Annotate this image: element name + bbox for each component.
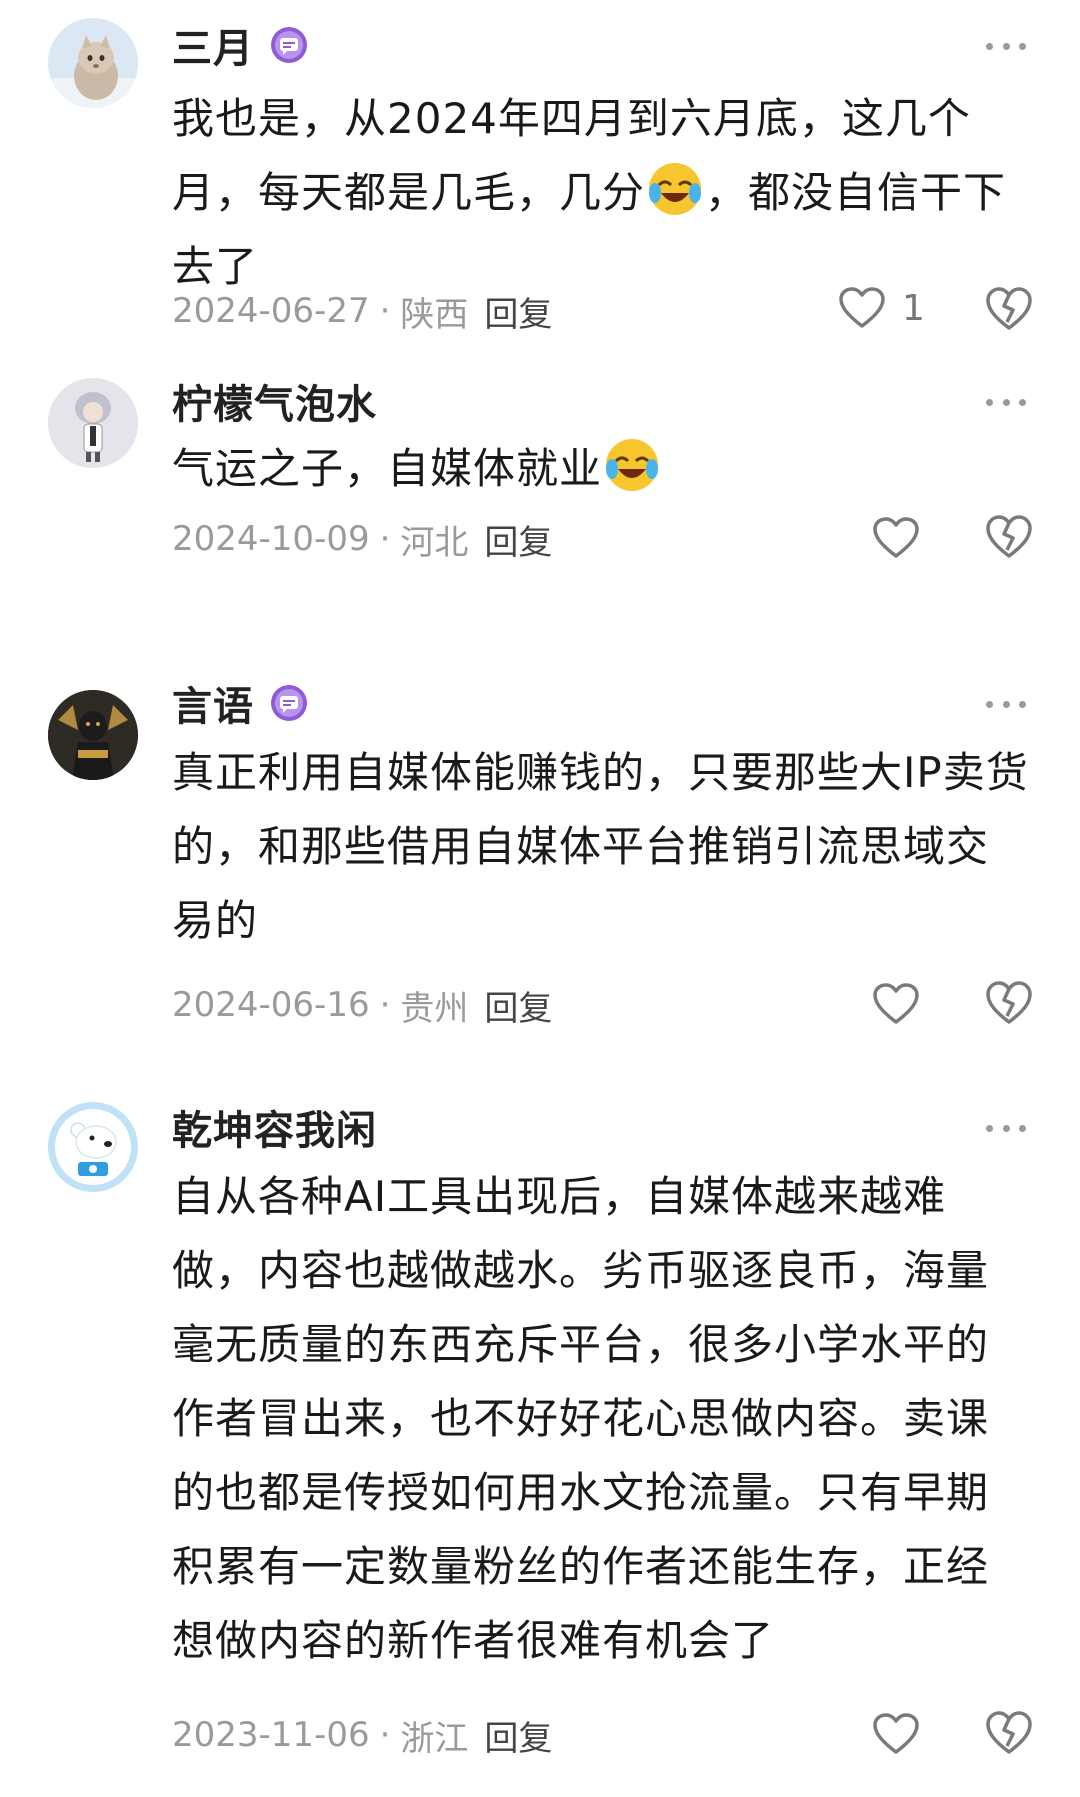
meta-separator: ·: [379, 985, 391, 1025]
avatar[interactable]: [48, 1102, 138, 1192]
heart-icon: [873, 983, 919, 1024]
broken-heart-icon[interactable]: [984, 284, 1034, 334]
comment-location: 浙江: [400, 1718, 469, 1759]
comment-item: 言语 真正利用自媒体能赚钱的，只要那些大IP卖货的，和那些借用自媒体平台推销引流…: [0, 680, 1080, 1080]
more-dot-icon: [1019, 1124, 1026, 1132]
comment-meta: 2024-06-27 · 陕西 回复: [172, 286, 552, 336]
comment-date: 2024-06-27: [172, 291, 370, 331]
more-options-button[interactable]: [986, 1118, 1026, 1138]
heart-icon: [873, 1713, 919, 1754]
comment-text-part: 真正利用自媒体能赚钱的，只要那些大IP卖货的，和那些借用自媒体平台推销引流思域交…: [172, 748, 1029, 945]
username-row: 言语: [172, 678, 308, 730]
username-row: 三月: [172, 20, 308, 72]
username[interactable]: 柠檬气泡水: [172, 372, 377, 430]
comment-text: 真正利用自媒体能赚钱的，只要那些大IP卖货的，和那些借用自媒体平台推销引流思域交…: [172, 736, 1030, 958]
comment-meta: 2024-06-16 · 贵州 回复: [172, 980, 552, 1030]
heart-icon: [873, 517, 919, 558]
comment-meta: 2024-10-09 · 河北 回复: [172, 514, 552, 564]
more-dot-icon: [986, 398, 993, 406]
comment-date: 2024-06-16: [172, 985, 370, 1025]
username-row: 乾坤容我闲: [172, 1102, 377, 1154]
avatar[interactable]: [48, 18, 138, 108]
broken-heart-icon[interactable]: [984, 1708, 1034, 1758]
kitten-avatar-icon: [48, 18, 138, 108]
crying-laughing-emoji-icon: [606, 439, 659, 491]
comment-text: 自从各种AI工具出现后，自媒体越来越难做，内容也越做越水。劣币驱逐良币，海量毫无…: [172, 1160, 1030, 1678]
heart-icon: [839, 287, 885, 328]
username-row: 柠檬气泡水: [172, 376, 377, 428]
username[interactable]: 三月: [172, 16, 254, 74]
more-dot-icon: [1002, 700, 1010, 708]
reply-button[interactable]: 回复: [484, 1711, 552, 1760]
more-options-button[interactable]: [986, 392, 1026, 412]
username[interactable]: 乾坤容我闲: [172, 1098, 377, 1156]
like-count: 1: [902, 287, 925, 329]
comment-location: 河北: [400, 522, 469, 563]
more-dot-icon: [1002, 1124, 1010, 1132]
like-button[interactable]: [872, 982, 920, 1026]
comment-text: 气运之子，自媒体就业: [172, 432, 1030, 506]
crying-laughing-emoji-icon: [649, 163, 702, 215]
vip-badge-icon: [271, 685, 307, 721]
avatar[interactable]: [48, 378, 138, 468]
polar-bear-avatar-icon: [48, 1102, 138, 1192]
like-button[interactable]: 1: [838, 286, 925, 330]
more-dot-icon: [1019, 700, 1026, 708]
username[interactable]: 言语: [172, 674, 254, 732]
comment-item: 三月 我也是，从2024年四月到六月底，这几个月，每天都是几毛，几分 ，都没自信…: [0, 0, 1080, 370]
meta-separator: ·: [379, 1715, 391, 1755]
more-options-button[interactable]: [986, 694, 1026, 714]
comment-text: 我也是，从2024年四月到六月底，这几个月，每天都是几毛，几分 ，都没自信干下去…: [172, 82, 1030, 304]
like-button[interactable]: [872, 516, 920, 560]
like-button[interactable]: [872, 1712, 920, 1756]
dark-figure-avatar-icon: [48, 690, 138, 780]
more-dot-icon: [1019, 398, 1026, 406]
comment-location: 陕西: [400, 294, 469, 335]
more-dot-icon: [986, 1124, 993, 1132]
comment-text-part: 气运之子，自媒体就业: [172, 444, 603, 493]
comment-text-part: 自从各种AI工具出现后，自媒体越来越难做，内容也越做越水。劣币驱逐良币，海量毫无…: [172, 1172, 990, 1665]
avatar[interactable]: [48, 690, 138, 780]
more-dot-icon: [986, 42, 993, 50]
more-dot-icon: [1002, 42, 1010, 50]
meta-separator: ·: [379, 291, 391, 331]
more-dot-icon: [986, 700, 993, 708]
reply-button[interactable]: 回复: [484, 981, 552, 1030]
more-options-button[interactable]: [986, 36, 1026, 56]
comment-location: 贵州: [400, 988, 469, 1029]
reply-button[interactable]: 回复: [484, 287, 552, 336]
meta-separator: ·: [379, 519, 391, 559]
more-dot-icon: [1002, 398, 1010, 406]
comment-date: 2024-10-09: [172, 519, 370, 559]
reply-button[interactable]: 回复: [484, 515, 552, 564]
broken-heart-icon[interactable]: [984, 978, 1034, 1028]
comment-item: 乾坤容我闲 自从各种AI工具出现后，自媒体越来越难做，内容也越做越水。劣币驱逐良…: [0, 1090, 1080, 1797]
anime-character-avatar-icon: [48, 378, 138, 468]
vip-badge-icon: [271, 27, 307, 63]
comment-meta: 2023-11-06 · 浙江 回复: [172, 1710, 552, 1760]
comment-item: 柠檬气泡水 气运之子，自媒体就业 2024-10-09 · 河北 回复: [0, 370, 1080, 590]
broken-heart-icon[interactable]: [984, 512, 1034, 562]
comment-date: 2023-11-06: [172, 1715, 370, 1755]
more-dot-icon: [1019, 42, 1026, 50]
